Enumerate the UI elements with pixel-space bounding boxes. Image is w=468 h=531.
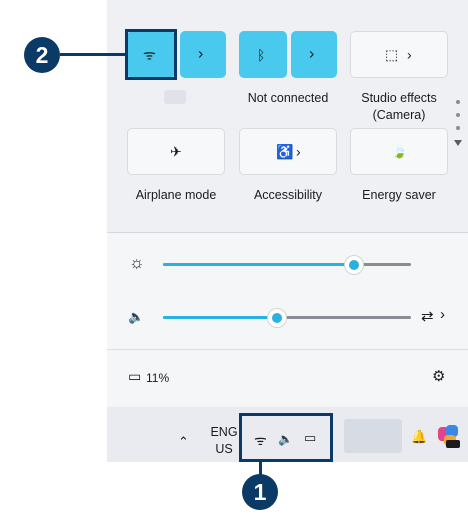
- energy-saver-tile[interactable]: 🍃: [350, 128, 448, 175]
- energy-saver-caption: Energy saver: [362, 188, 436, 202]
- volume-slider-fill: [163, 316, 278, 319]
- wifi-tile-highlight-box: [125, 29, 177, 80]
- volume-icon[interactable]: 🔈: [128, 309, 144, 325]
- divider: [107, 349, 468, 350]
- callout-badge-2: 2: [24, 37, 60, 73]
- airplane-icon: ✈: [170, 143, 182, 159]
- clock-date[interactable]: [344, 419, 402, 453]
- volume-slider-thumb[interactable]: [268, 309, 287, 327]
- studio-effects-icon: ⬚: [385, 46, 399, 62]
- battery-icon: ▭: [128, 368, 142, 384]
- accessibility-caption: Accessibility: [253, 188, 323, 202]
- language-code: ENG: [210, 425, 238, 439]
- chevron-right-icon: ›: [296, 143, 301, 160]
- studio-effects-tile[interactable]: ⬚ ›: [350, 31, 448, 78]
- callout-badge-1: 1: [242, 474, 278, 510]
- bluetooth-status-caption: Not connected: [247, 91, 329, 105]
- chevron-right-icon: ›: [407, 46, 412, 63]
- bluetooth-expand-button[interactable]: ›: [291, 31, 337, 78]
- battery-percent[interactable]: 11%: [146, 371, 169, 385]
- studio-effects-caption-line2: (Camera): [372, 108, 426, 122]
- page-indicator-dot[interactable]: [456, 126, 460, 130]
- notification-bell-icon[interactable]: 🔔: [411, 429, 427, 445]
- energy-saver-icon: 🍃: [392, 144, 407, 159]
- copilot-icon[interactable]: [438, 425, 460, 449]
- chevron-right-icon[interactable]: ›: [440, 306, 445, 323]
- studio-effects-caption-line1: Studio effects: [361, 91, 437, 105]
- settings-gear-icon[interactable]: ⚙: [432, 367, 445, 385]
- page-indicator-dot[interactable]: [456, 100, 460, 104]
- language-indicator[interactable]: ENG US: [207, 424, 241, 458]
- wifi-expand-button[interactable]: ›: [180, 31, 226, 78]
- studio-effects-caption: Studio effects (Camera): [345, 90, 453, 124]
- system-tray-highlight-box: [239, 413, 333, 462]
- airplane-mode-caption: Airplane mode: [135, 188, 217, 202]
- page-indicator-dot[interactable]: [456, 113, 460, 117]
- callout-connector-line: [60, 53, 126, 56]
- chevron-right-icon: ›: [198, 45, 204, 63]
- brightness-icon: ☼: [129, 253, 145, 272]
- brightness-slider-fill: [163, 263, 354, 266]
- bluetooth-toggle-tile[interactable]: ᛒ: [239, 31, 287, 78]
- sound-output-icon[interactable]: ⇄: [421, 307, 434, 325]
- bluetooth-icon: ᛒ: [257, 46, 266, 63]
- show-hidden-icons-button[interactable]: ⌃: [178, 434, 189, 450]
- airplane-mode-tile[interactable]: ✈: [127, 128, 225, 175]
- region-code: US: [215, 442, 233, 456]
- page-down-arrow-icon[interactable]: [454, 140, 462, 146]
- wifi-network-name: [164, 90, 186, 104]
- divider: [107, 232, 468, 233]
- brightness-slider-thumb[interactable]: [344, 256, 363, 274]
- accessibility-icon: ♿: [276, 143, 294, 159]
- accessibility-tile[interactable]: ♿ ›: [239, 128, 337, 175]
- chevron-right-icon: ›: [309, 45, 315, 63]
